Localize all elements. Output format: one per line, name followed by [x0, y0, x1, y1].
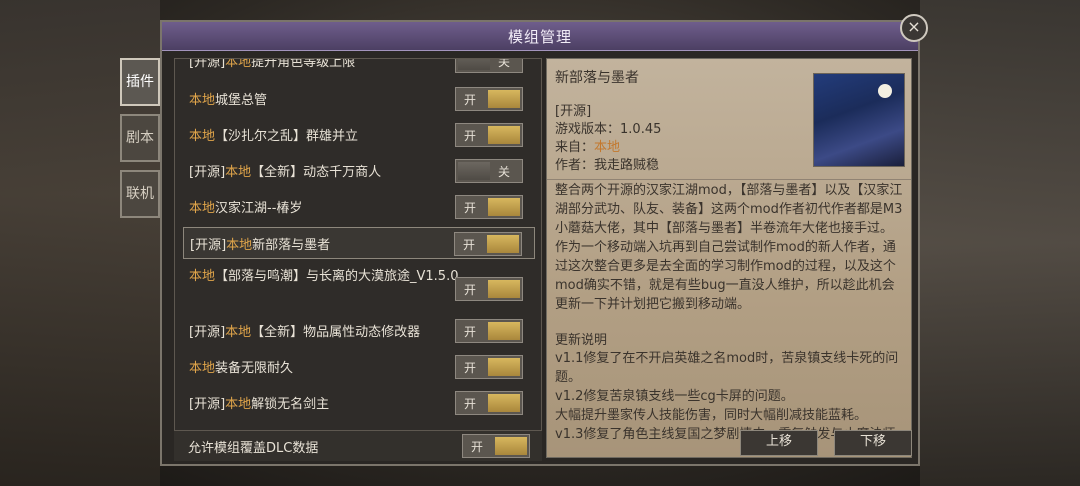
- mod-cover-image: [813, 73, 905, 167]
- author: 作者：我走路贼稳: [555, 158, 660, 173]
- mod-row[interactable]: 本地汉家江湖--椿岁 开: [183, 191, 535, 223]
- dlc-override-toggle[interactable]: 开: [462, 434, 530, 458]
- mod-toggle[interactable]: 开: [455, 355, 523, 379]
- close-icon[interactable]: ×: [900, 14, 928, 42]
- source: 来自：本地: [555, 140, 621, 155]
- mod-row[interactable]: [开源]本地【全新】物品属性动态修改器 开: [183, 315, 535, 347]
- mod-toggle[interactable]: 开: [455, 123, 523, 147]
- mod-detail-panel: 新部落与墨者 [开源] 游戏版本：1.0.45 来自：本地 作者：我走路贼稳 整…: [546, 58, 912, 458]
- mod-row-selected[interactable]: [开源]本地新部落与墨者 开: [183, 227, 535, 259]
- mod-row[interactable]: 本地城堡总管 开: [183, 83, 535, 115]
- mod-manager-window: 模组管理 × 插件 剧本 联机 [开源]本地提升角色等级上限 关 本地城堡总管 …: [120, 14, 928, 466]
- mod-name: [开源]本地提升角色等级上限: [189, 58, 356, 70]
- mod-row[interactable]: [开源]本地【全新】动态千万商人 关: [183, 155, 535, 187]
- moon-icon: [878, 84, 892, 98]
- detail-title: 新部落与墨者: [555, 70, 639, 86]
- update-note: v1.2修复苦泉镇支线一些cg卡屏的问题。: [555, 389, 794, 404]
- update-note: v1.1修复了在不开启英雄之名mod时，苦泉镇支线卡死的问题。: [555, 351, 899, 385]
- mod-toggle[interactable]: 开: [455, 319, 523, 343]
- window-title: 模组管理: [507, 28, 572, 46]
- mod-name: [开源]本地【全新】动态千万商人: [189, 165, 382, 180]
- mod-toggle[interactable]: 关: [455, 159, 523, 183]
- tab-scripts[interactable]: 剧本: [120, 114, 160, 162]
- mod-name: [开源]本地解锁无名剑主: [189, 397, 330, 412]
- mod-row[interactable]: [开源]本地提升角色等级上限 关: [183, 58, 535, 77]
- mod-name: 本地【部落与鸣潮】与长离的大漠旅途_V1.5.0: [189, 269, 459, 284]
- mod-toggle[interactable]: 开: [455, 195, 523, 219]
- mod-description: 整合两个开源的汉家江湖mod，【部落与墨者】以及【汉家江湖部分武功、队友、装备】…: [555, 183, 903, 312]
- mod-name: 本地装备无限耐久: [189, 361, 294, 376]
- tab-plugins[interactable]: 插件: [120, 58, 160, 106]
- mod-list: [开源]本地提升角色等级上限 关 本地城堡总管 开 本地【沙扎尔之乱】群雄并立 …: [174, 58, 542, 458]
- move-up-button[interactable]: 上移: [740, 430, 818, 456]
- mod-row[interactable]: [开源]本地解锁无名剑主 开: [183, 387, 535, 419]
- move-down-button[interactable]: 下移: [834, 430, 912, 456]
- mod-toggle[interactable]: 关: [455, 59, 523, 73]
- mod-row[interactable]: 本地装备无限耐久 开: [183, 351, 535, 383]
- mod-toggle[interactable]: 开: [455, 87, 523, 111]
- mod-row[interactable]: 本地【沙扎尔之乱】群雄并立 开: [183, 119, 535, 151]
- dlc-override-row: 允许模组覆盖DLC数据 开: [174, 430, 542, 461]
- mod-toggle[interactable]: 开: [454, 232, 522, 256]
- mod-name: [开源]本地新部落与墨者: [190, 238, 331, 253]
- title-bar: 模组管理: [162, 22, 918, 51]
- mod-name: [开源]本地【全新】物品属性动态修改器: [189, 325, 421, 340]
- mod-name: 本地城堡总管: [189, 93, 268, 108]
- open-source-tag: [开源]: [555, 104, 592, 119]
- background-right: [920, 0, 1080, 486]
- mod-name: 本地汉家江湖--椿岁: [189, 201, 303, 216]
- game-version: 游戏版本：1.0.45: [555, 122, 662, 137]
- dlc-override-label: 允许模组覆盖DLC数据: [188, 441, 319, 456]
- mod-meta: [开源] 游戏版本：1.0.45 来自：本地 作者：我走路贼稳: [555, 103, 661, 175]
- mod-row[interactable]: 本地【部落与鸣潮】与长离的大漠旅途_V1.5.0 开: [183, 269, 535, 309]
- divider: [547, 179, 911, 180]
- update-title: 更新说明: [555, 333, 608, 348]
- tab-multiplayer[interactable]: 联机: [120, 170, 160, 218]
- mod-toggle[interactable]: 开: [455, 391, 523, 415]
- mod-toggle[interactable]: 开: [455, 277, 523, 301]
- update-note: 大幅提升墨家传人技能伤害，同时大幅削减技能蓝耗。: [555, 408, 868, 423]
- mod-name: 本地【沙扎尔之乱】群雄并立: [189, 129, 359, 144]
